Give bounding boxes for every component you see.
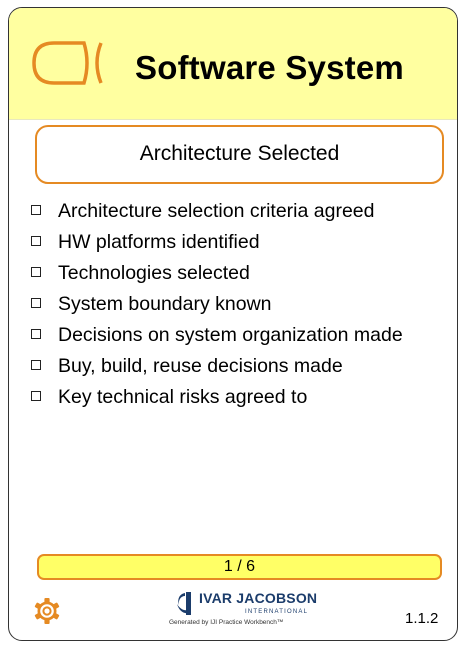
checkbox[interactable]: [31, 205, 41, 215]
brand-name: IVAR JACOBSON: [199, 590, 318, 606]
progress-indicator: 1 / 6: [37, 554, 442, 580]
checklist-item[interactable]: Buy, build, reuse decisions made: [29, 352, 454, 380]
checklist-item-label: Decisions on system organization made: [58, 324, 403, 346]
checklist-item-label: System boundary known: [58, 293, 272, 315]
gear-icon[interactable]: [33, 597, 61, 625]
checkbox[interactable]: [31, 298, 41, 308]
checkbox[interactable]: [31, 391, 41, 401]
checklist-item[interactable]: Technologies selected: [29, 259, 454, 287]
checklist-item[interactable]: System boundary known: [29, 290, 454, 318]
progress-text: 1 / 6: [223, 558, 256, 575]
checklist: Architecture selection criteria agreed H…: [29, 197, 454, 414]
checklist-item-label: Key technical risks agreed to: [58, 386, 308, 408]
checklist-item-label: Technologies selected: [58, 262, 250, 284]
state-name: Architecture Selected: [139, 142, 340, 165]
checkbox[interactable]: [31, 267, 41, 277]
checklist-item-label: HW platforms identified: [58, 231, 260, 253]
brand-subtitle: INTERNATIONAL: [245, 609, 309, 615]
checkbox[interactable]: [31, 360, 41, 370]
alpha-state-card: Software System Architecture Selected Ar…: [8, 7, 458, 641]
checklist-item[interactable]: Architecture selection criteria agreed: [29, 197, 454, 225]
checklist-item[interactable]: Key technical risks agreed to: [29, 383, 454, 411]
ivar-jacobson-logo-icon: [177, 592, 191, 615]
brand-logo-block: IVAR JACOBSON INTERNATIONAL Generated by…: [169, 588, 339, 636]
checklist-item[interactable]: Decisions on system organization made: [29, 321, 454, 349]
state-name-box: Architecture Selected: [35, 125, 444, 184]
checkbox[interactable]: [31, 236, 41, 246]
card-header: Software System: [9, 8, 457, 120]
checklist-item[interactable]: HW platforms identified: [29, 228, 454, 256]
version-label: 1.1.2: [405, 610, 439, 627]
checklist-item-label: Buy, build, reuse decisions made: [58, 355, 343, 377]
alpha-symbol-icon: [32, 41, 103, 85]
checklist-item-label: Architecture selection criteria agreed: [58, 200, 375, 222]
checkbox[interactable]: [31, 329, 41, 339]
generator-credit: Generated by IJI Practice Workbench™: [169, 619, 284, 626]
card-title: Software System: [135, 49, 404, 86]
